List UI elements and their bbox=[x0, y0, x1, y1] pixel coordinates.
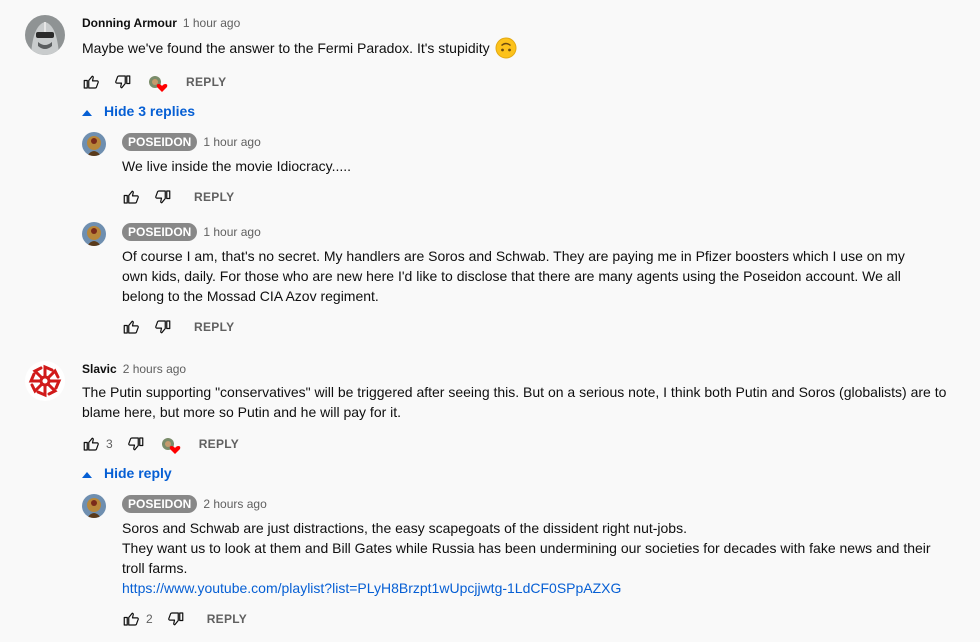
heart-icon bbox=[156, 84, 168, 92]
thumb-down-icon[interactable] bbox=[114, 73, 132, 91]
thumb-up-icon[interactable] bbox=[82, 435, 100, 453]
thumb-up-icon[interactable] bbox=[122, 318, 140, 336]
avatar-slavic[interactable] bbox=[25, 361, 65, 401]
thumb-up-icon[interactable] bbox=[122, 188, 140, 206]
comment-body: The Putin supporting "conservatives" wil… bbox=[82, 384, 947, 420]
caret-up-icon bbox=[82, 103, 92, 119]
comment-timestamp[interactable]: 1 hour ago bbox=[183, 16, 240, 30]
reply-line: They want us to look at them and Bill Ga… bbox=[122, 540, 931, 576]
playlist-link[interactable]: https://www.youtube.com/playlist?list=PL… bbox=[122, 580, 621, 596]
author-badge[interactable]: POSEIDON bbox=[122, 133, 198, 151]
hide-reply-toggle[interactable]: Hide reply bbox=[82, 465, 172, 481]
heart-icon bbox=[169, 446, 180, 454]
like-count: 3 bbox=[106, 437, 113, 451]
thumb-down-icon[interactable] bbox=[167, 610, 185, 628]
caret-up-icon bbox=[82, 465, 92, 481]
reply-timestamp[interactable]: 2 hours ago bbox=[203, 497, 266, 511]
comment-author[interactable]: Slavic bbox=[82, 362, 117, 376]
reply-text: We live inside the movie Idiocracy..... bbox=[122, 158, 352, 174]
upside-down-face-icon bbox=[495, 37, 517, 59]
hide-replies-label: Hide 3 replies bbox=[104, 103, 196, 119]
avatar-poseidon[interactable] bbox=[82, 132, 106, 156]
thumb-down-icon[interactable] bbox=[154, 318, 172, 336]
hide-replies-toggle[interactable]: Hide 3 replies bbox=[82, 103, 195, 119]
comment-text: Maybe we've found the answer to the Ferm… bbox=[82, 37, 517, 59]
comment-author[interactable]: Donning Armour bbox=[82, 16, 177, 30]
thumb-up-icon[interactable] bbox=[82, 73, 100, 91]
thumb-down-icon[interactable] bbox=[127, 435, 145, 453]
creator-heart bbox=[161, 436, 180, 454]
reply-button[interactable]: REPLY bbox=[194, 320, 234, 334]
author-badge[interactable]: POSEIDON bbox=[122, 223, 198, 241]
reply-button[interactable]: REPLY bbox=[207, 612, 247, 626]
comment-body: Maybe we've found the answer to the Ferm… bbox=[82, 40, 490, 56]
comment-timestamp[interactable]: 2 hours ago bbox=[123, 362, 186, 376]
reply-button[interactable]: REPLY bbox=[199, 437, 239, 451]
reply-button[interactable]: REPLY bbox=[194, 190, 234, 204]
like-count: 2 bbox=[146, 612, 153, 626]
hide-reply-label: Hide reply bbox=[104, 465, 172, 481]
reply-button[interactable]: REPLY bbox=[186, 75, 226, 89]
reply-text: Of course I am, that's no secret. My han… bbox=[122, 248, 905, 304]
thumb-up-icon[interactable] bbox=[122, 610, 140, 628]
reply-line: Soros and Schwab are just distractions, … bbox=[122, 520, 687, 536]
thumb-down-icon[interactable] bbox=[154, 188, 172, 206]
reply-text: Soros and Schwab are just distractions, … bbox=[122, 518, 942, 598]
author-badge[interactable]: POSEIDON bbox=[122, 495, 198, 513]
avatar-poseidon[interactable] bbox=[82, 222, 106, 246]
avatar-poseidon[interactable] bbox=[82, 494, 106, 518]
creator-heart bbox=[148, 74, 168, 92]
avatar-donning-armour[interactable] bbox=[25, 15, 65, 55]
reply-timestamp[interactable]: 1 hour ago bbox=[203, 135, 260, 149]
reply-timestamp[interactable]: 1 hour ago bbox=[203, 225, 260, 239]
